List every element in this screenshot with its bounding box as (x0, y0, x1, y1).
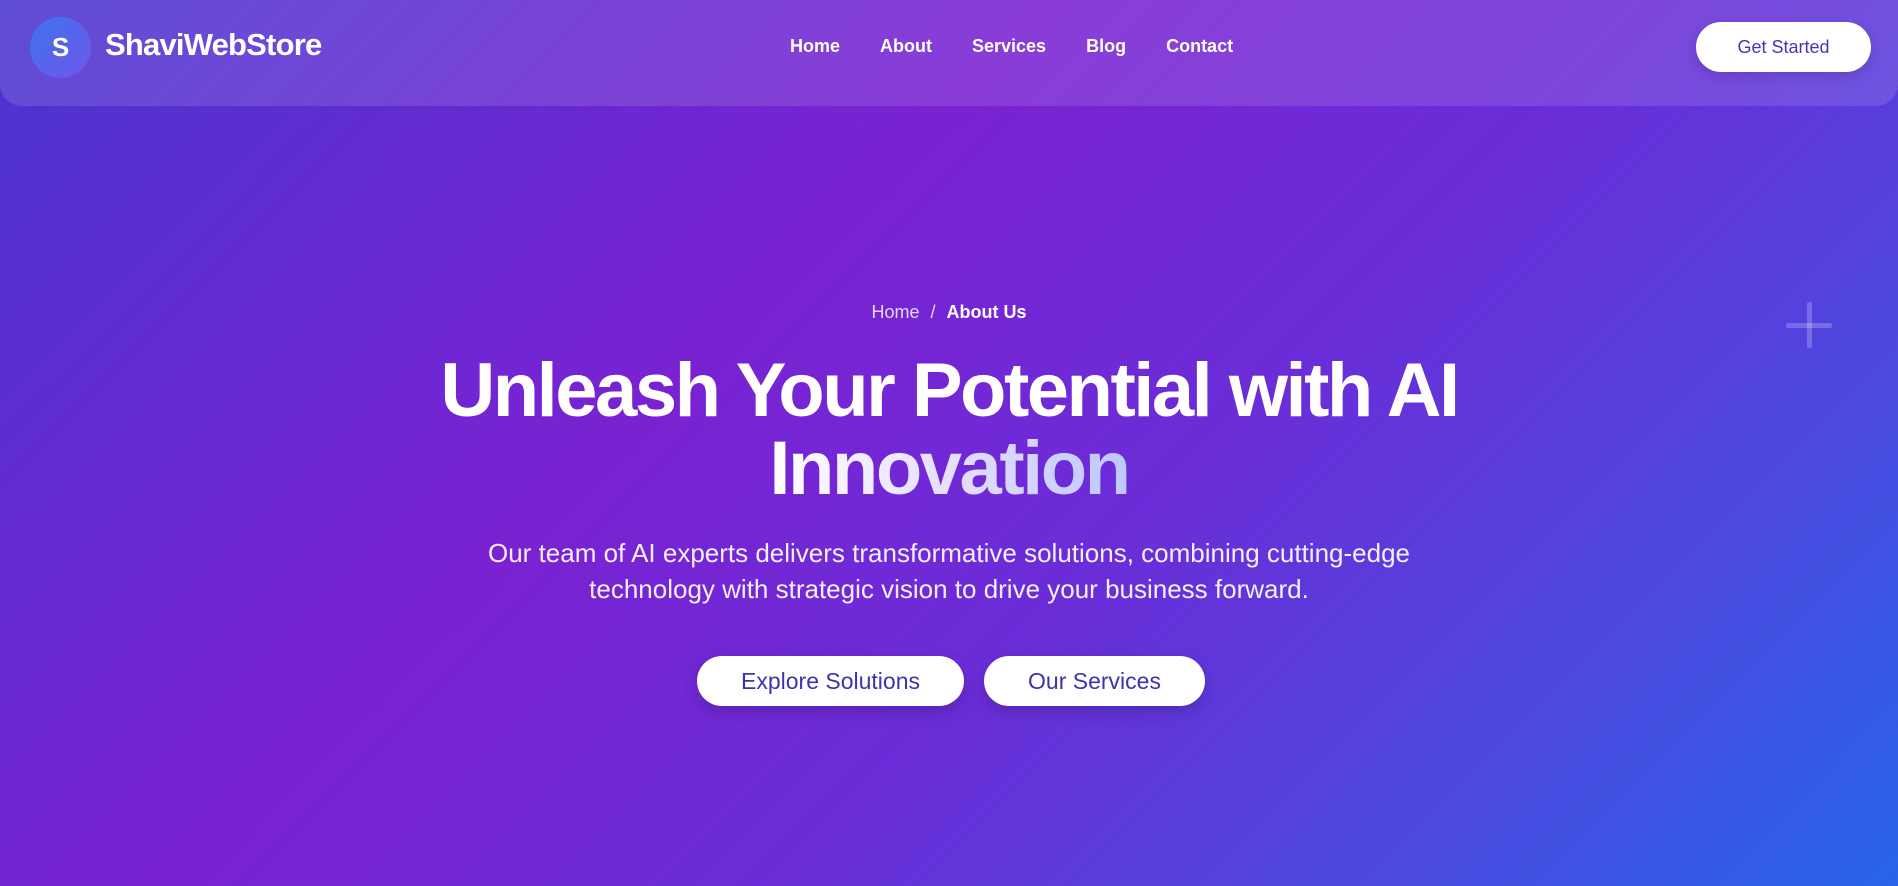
hero-title-line1: Unleash Your Potential with AI (440, 348, 1460, 433)
breadcrumb-separator: / (930, 302, 936, 322)
hero-subtitle-line2: technology with strategic vision to driv… (589, 574, 1309, 604)
nav-link-home[interactable]: Home (790, 36, 840, 57)
explore-solutions-button[interactable]: Explore Solutions (697, 656, 964, 706)
hero-title: Unleash Your Potential with AI Innovatio… (0, 352, 1898, 508)
hero-buttons: Explore Solutions Our Services (697, 656, 1205, 706)
brand-name[interactable]: ShaviWebStore (105, 27, 322, 63)
logo-letter: S (51, 32, 70, 62)
logo-badge[interactable]: S (30, 17, 91, 78)
hero-subtitle-line1: Our team of AI experts delivers transfor… (488, 538, 1410, 568)
nav-link-contact[interactable]: Contact (1166, 36, 1233, 57)
hero-title-highlight: Innovation (769, 426, 1131, 511)
breadcrumb: Home / About Us (0, 302, 1898, 323)
breadcrumb-current: About Us (946, 302, 1027, 322)
hero-subtitle: Our team of AI experts delivers transfor… (0, 535, 1898, 607)
main-nav: Home About Services Blog Contact (790, 36, 1233, 57)
navbar: S ShaviWebStore Home About Services Blog… (0, 0, 1898, 106)
get-started-button[interactable]: Get Started (1696, 22, 1871, 72)
nav-link-services[interactable]: Services (972, 36, 1046, 57)
nav-link-blog[interactable]: Blog (1086, 36, 1126, 57)
breadcrumb-home-link[interactable]: Home (871, 302, 919, 323)
our-services-button[interactable]: Our Services (984, 656, 1205, 706)
nav-link-about[interactable]: About (880, 36, 932, 57)
